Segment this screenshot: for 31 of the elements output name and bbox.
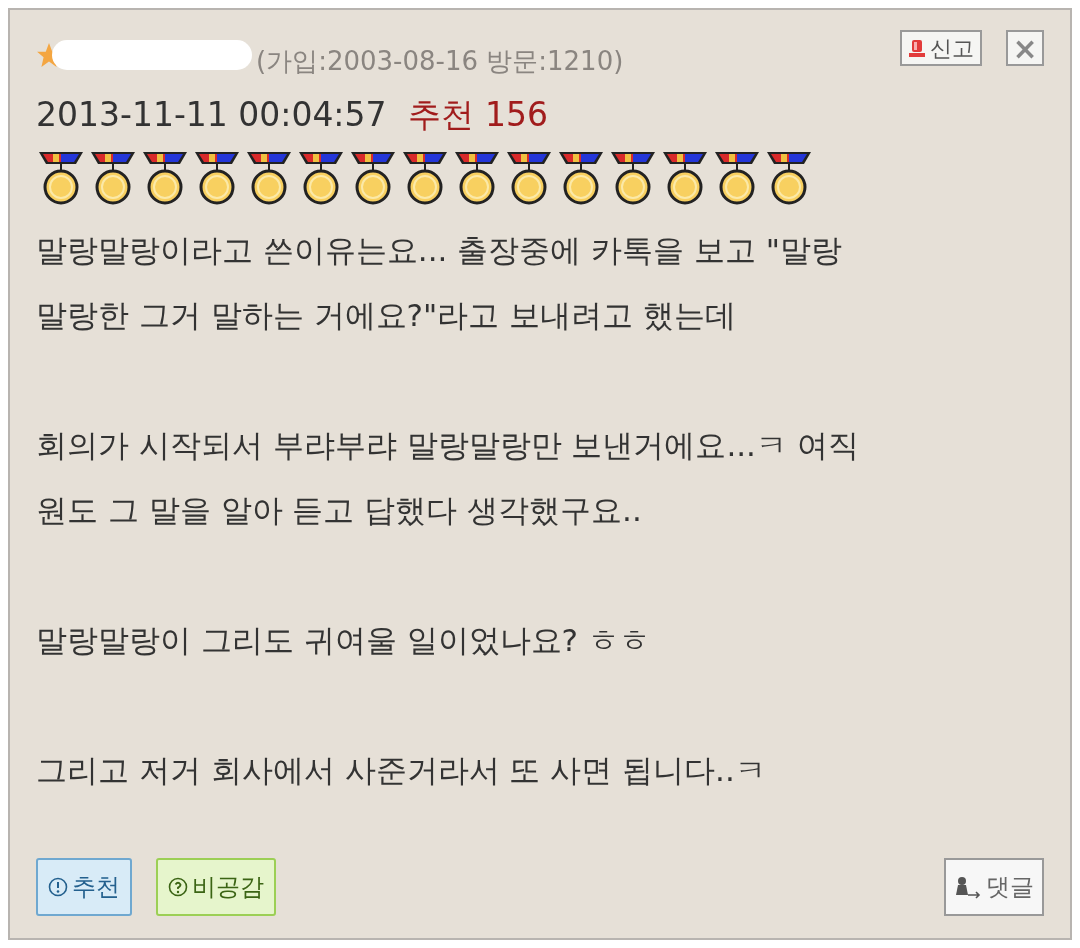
recommend-button[interactable]: 추천 <box>36 858 132 916</box>
medal-icon <box>556 149 606 206</box>
alarm-icon <box>908 38 926 58</box>
medal-icon <box>608 149 658 206</box>
post-date: 2013-11-11 00:04:57 <box>36 94 387 136</box>
join-info: (가입:2003-08-16 방문:1210) <box>256 45 624 78</box>
medal-icon <box>660 149 710 206</box>
medal-icon <box>712 149 762 206</box>
medal-icon <box>192 149 242 206</box>
medal-icon <box>88 149 138 206</box>
medal-icon <box>36 149 86 206</box>
report-button[interactable]: 신고 <box>900 30 982 66</box>
post-paragraph: 말랑말랑이 그리도 귀여울 일이었나요? ㅎㅎ <box>36 620 651 660</box>
medal-icon <box>504 149 554 206</box>
person-arrow-icon <box>954 875 982 899</box>
post-paragraph: 말랑말랑이라고 쓴이유는요... 출장중에 카톡을 보고 "말랑 말랑한 그거 말하는 거에요?"라고 보내려고 했는데 <box>36 230 844 335</box>
medal-icon <box>764 149 814 206</box>
close-button[interactable]: × <box>1006 30 1044 66</box>
exclamation-icon <box>48 877 68 897</box>
medal-icon <box>400 149 450 206</box>
medal-icon <box>140 149 190 206</box>
medal-icon <box>296 149 346 206</box>
post-paragraph: 그리고 저거 회사에서 사준거라서 또 사면 됩니다..ㅋ <box>36 750 767 790</box>
recommend-count: 추천 156 <box>408 94 548 136</box>
question-icon <box>168 877 188 897</box>
reply-button[interactable]: 댓글 <box>944 858 1044 916</box>
medal-icon <box>348 149 398 206</box>
medal-icon <box>244 149 294 206</box>
medal-icon <box>452 149 502 206</box>
post-paragraph: 회의가 시작되서 부랴부랴 말랑말랑만 보낸거에요...ㅋ 여직 원도 그 말을 알아 듣고 답했다 생각했구요.. <box>36 425 860 530</box>
disagree-button[interactable]: 비공감 <box>156 858 276 916</box>
